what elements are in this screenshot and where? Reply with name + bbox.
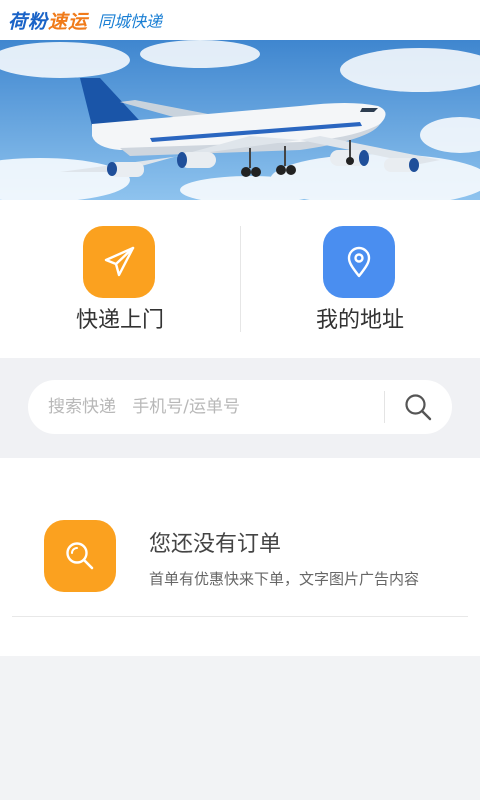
brand-slogan: 同城快递 [98, 12, 163, 31]
logo-text-part2: 速运 [48, 10, 89, 33]
search-divider [384, 391, 385, 423]
brand-logo: 荷粉速运 [8, 7, 88, 34]
app-header: 荷粉速运 同城快递 [0, 0, 480, 40]
orders-divider [12, 616, 468, 617]
empty-orders-subtitle: 首单有优惠快来下单，文字图片广告内容 [149, 570, 420, 588]
search-button[interactable] [398, 389, 438, 425]
search-icon [405, 394, 432, 421]
orders-section: 您还没有订单 首单有优惠快来下单，文字图片广告内容 [0, 458, 480, 656]
action-my-address-label: 我的地址 [315, 308, 404, 333]
empty-orders-title: 您还没有订单 [149, 532, 282, 557]
action-my-address[interactable]: 我的地址 [240, 200, 480, 358]
quick-actions: 快递上门 我的地址 [0, 200, 480, 358]
empty-orders-search-icon [44, 520, 116, 592]
action-express-pickup-label: 快递上门 [75, 308, 164, 333]
search-section [0, 358, 480, 458]
search-input[interactable] [48, 380, 378, 434]
banner-image[interactable] [0, 40, 480, 200]
paper-plane-icon [83, 226, 155, 298]
search-bar [28, 380, 452, 434]
location-pin-icon [323, 226, 395, 298]
action-express-pickup[interactable]: 快递上门 [0, 200, 240, 358]
airplane-banner-graphic [0, 40, 480, 200]
logo-text-part1: 荷粉 [8, 10, 49, 33]
